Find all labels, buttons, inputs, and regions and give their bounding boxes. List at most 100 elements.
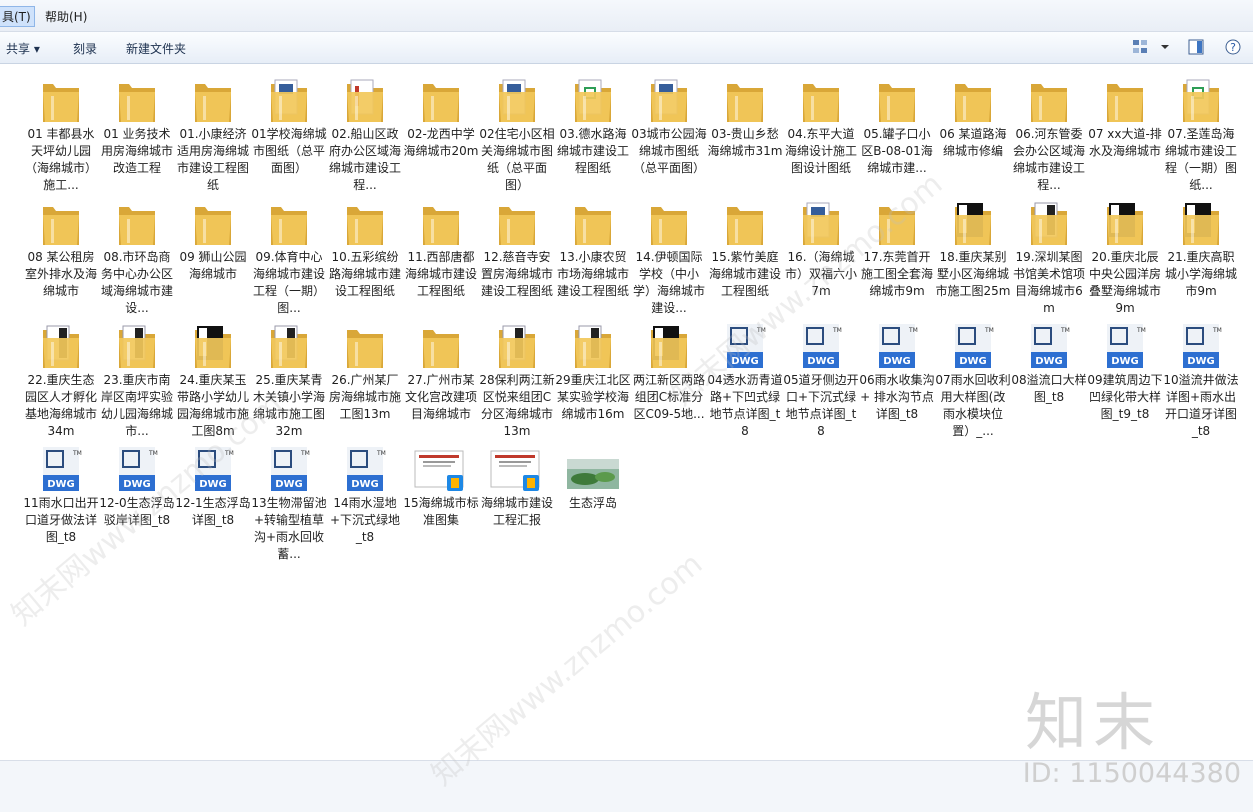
file-item[interactable]: TM DWG 12-1生态浮岛详图_t8 <box>175 439 251 559</box>
file-item[interactable]: 28保利两江新区悦来组团C分区海绵城市13m <box>479 316 555 438</box>
file-item[interactable]: 25.重庆某青木关镇小学海绵城市施工图32m <box>251 316 327 438</box>
file-label: 23.重庆市南岸区南坪实验幼儿园海绵城市... <box>100 373 173 438</box>
file-item[interactable]: 29重庆江北区某实验学校海绵城市16m <box>555 316 631 436</box>
menu-help[interactable]: 帮助(H) <box>45 8 87 25</box>
share-button[interactable]: 共享 ▾ <box>6 40 40 57</box>
file-item[interactable]: 15.紫竹美庭海绵城市建设工程图纸 <box>707 193 783 313</box>
view-options-icon[interactable] <box>1132 38 1150 56</box>
file-item[interactable]: 08.市环岛商务中心办公区域海绵城市建设... <box>99 193 175 315</box>
file-label: 18.重庆某别墅小区海绵城市施工图25m <box>935 250 1011 298</box>
file-item[interactable]: 22.重庆生态园区人才孵化基地海绵城市34m <box>23 316 99 438</box>
dwg-file-icon: TM DWG <box>257 445 321 495</box>
file-item[interactable]: 01学校海绵城市图纸（总平面图） <box>251 70 327 190</box>
file-label: 12-0生态浮岛驳岸详图_t8 <box>99 496 175 527</box>
file-item[interactable]: 19.深圳某图书馆美术馆项目海绵城市6m <box>1011 193 1087 315</box>
file-item[interactable]: 04.东平大道海绵设计施工图设计图纸 <box>783 70 859 190</box>
file-item[interactable]: 01 丰都县水天坪幼儿园（海绵城市）施工... <box>23 70 99 192</box>
file-item[interactable]: TM DWG 14雨水湿地+下沉式绿地_t8 <box>327 439 403 559</box>
folder-icon <box>789 76 853 126</box>
file-grid: 01 丰都县水天坪幼儿园（海绵城市）施工... 01 业务技术用房海绵城市改造工程… <box>0 64 1253 760</box>
file-item[interactable]: 02.船山区政府办公区域海绵城市建设工程... <box>327 70 403 192</box>
file-item[interactable]: 24.重庆某玉带路小学幼儿园海绵城市施工图8m <box>175 316 251 438</box>
file-item[interactable]: TM DWG 04透水沥青道路+下凹式绿地节点详图_t8 <box>707 316 783 438</box>
file-item[interactable]: 海绵城市建设工程汇报 <box>479 439 555 559</box>
file-item[interactable]: 26.广州某厂房海绵城市施工图13m <box>327 316 403 436</box>
menu-tools[interactable]: 具(T) <box>0 6 35 27</box>
file-item[interactable]: TM DWG 13生物滞留池+转输型植草沟+雨水回收蓄... <box>251 439 327 561</box>
file-item[interactable]: 03.德水路海绵城市建设工程图纸 <box>555 70 631 190</box>
file-item[interactable]: TM DWG 07雨水回收利用大样图(改雨水模块位置）_... <box>935 316 1011 438</box>
file-item[interactable]: 02住宅小区相关海绵城市图纸（总平面图） <box>479 70 555 192</box>
svg-text:DWG: DWG <box>199 479 227 490</box>
burn-button[interactable]: 刻录 <box>73 40 97 57</box>
preview-pane-icon[interactable] <box>1187 38 1205 56</box>
image-thumbnail-icon <box>561 445 625 495</box>
file-item[interactable]: 06.河东管委会办公区域海绵城市建设工程... <box>1011 70 1087 192</box>
file-item[interactable]: 08 某公租房室外排水及海绵城市 <box>23 193 99 313</box>
file-item[interactable]: TM DWG 08溢流口大样图_t8 <box>1011 316 1087 436</box>
file-item[interactable]: 09 狮山公园海绵城市 <box>175 193 251 313</box>
file-label: 13.小康农贸市场海绵城市建设工程图纸 <box>556 250 629 298</box>
file-item[interactable]: 14.伊顿国际学校（中小学）海绵城市建设... <box>631 193 707 315</box>
file-item[interactable]: 23.重庆市南岸区南坪实验幼儿园海绵城市... <box>99 316 175 438</box>
file-label: 22.重庆生态园区人才孵化基地海绵城市34m <box>24 373 97 438</box>
new-folder-button[interactable]: 新建文件夹 <box>126 40 186 57</box>
folder-icon <box>637 76 701 126</box>
file-item[interactable]: 09.体育中心海绵城市建设工程（一期）图... <box>251 193 327 315</box>
file-item[interactable]: 06 某道路海绵城市修编 <box>935 70 1011 190</box>
svg-text:TM: TM <box>756 327 766 334</box>
file-item[interactable]: TM DWG 05道牙侧边开口+下沉式绿地节点详图_t8 <box>783 316 859 438</box>
folder-icon <box>561 199 625 249</box>
file-label: 10.五彩缤纷路海绵城市建设工程图纸 <box>328 250 401 298</box>
folder-icon <box>29 322 93 372</box>
file-item[interactable]: 生态浮岛 <box>555 439 631 559</box>
svg-text:TM: TM <box>148 450 158 457</box>
file-item[interactable]: 07 xx大道-排水及海绵城市 <box>1087 70 1163 190</box>
file-item[interactable]: 10.五彩缤纷路海绵城市建设工程图纸 <box>327 193 403 313</box>
file-item[interactable]: 03-贵山乡愁海绵城市31m <box>707 70 783 190</box>
file-item[interactable]: 05.罐子口小区B-08-01海绵城市建... <box>859 70 935 190</box>
file-label: 08.市环岛商务中心办公区域海绵城市建设... <box>100 250 173 315</box>
file-label: 生态浮岛 <box>568 496 617 510</box>
file-item[interactable]: 16.（海绵城市）双福六小7m <box>783 193 859 313</box>
svg-text:DWG: DWG <box>1187 356 1215 367</box>
pdf-file-icon <box>485 445 549 495</box>
file-item[interactable]: 13.小康农贸市场海绵城市建设工程图纸 <box>555 193 631 313</box>
file-item[interactable]: 21.重庆高职城小学海绵城市9m <box>1163 193 1239 313</box>
file-item[interactable]: 15海绵城市标准图集 <box>403 439 479 559</box>
file-item[interactable]: 17.东莞首开施工图全套海绵城市9m <box>859 193 935 313</box>
file-label: 29重庆江北区某实验学校海绵城市16m <box>555 373 631 421</box>
file-item[interactable]: TM DWG 06雨水收集沟+ 排水沟节点详图_t8 <box>859 316 935 436</box>
folder-icon <box>1093 76 1157 126</box>
file-item[interactable]: 12.慈音寺安置房海绵城市建设工程图纸 <box>479 193 555 313</box>
file-item[interactable]: 11.西部唐都海绵城市建设工程图纸 <box>403 193 479 313</box>
file-item[interactable]: 18.重庆某别墅小区海绵城市施工图25m <box>935 193 1011 313</box>
file-label: 02-龙西中学海绵城市20m <box>403 127 479 158</box>
chevron-down-icon[interactable] <box>1156 38 1174 56</box>
file-item[interactable]: 01.小康经济适用房海绵城市建设工程图纸 <box>175 70 251 192</box>
folder-icon <box>181 76 245 126</box>
file-item[interactable]: 27.广州市某文化宫改建项目海绵城市 <box>403 316 479 436</box>
file-item[interactable]: 两江新区两路组团C标准分区C09-5地... <box>631 316 707 436</box>
file-label: 11雨水口出开口道牙做法详图_t8 <box>23 496 99 544</box>
file-item[interactable]: 03城市公园海绵城市图纸（总平面图） <box>631 70 707 190</box>
help-icon[interactable]: ? <box>1224 38 1242 56</box>
file-item[interactable]: 02-龙西中学海绵城市20m <box>403 70 479 190</box>
file-item[interactable]: TM DWG 12-0生态浮岛驳岸详图_t8 <box>99 439 175 559</box>
dwg-file-icon: TM DWG <box>29 445 93 495</box>
file-item[interactable]: 01 业务技术用房海绵城市改造工程 <box>99 70 175 190</box>
folder-icon <box>333 76 397 126</box>
dwg-file-icon: TM DWG <box>941 322 1005 372</box>
file-item[interactable]: TM DWG 09建筑周边下凹绿化带大样图_t9_t8 <box>1087 316 1163 436</box>
file-label: 02.船山区政府办公区域海绵城市建设工程... <box>328 127 401 192</box>
file-label: 03.德水路海绵城市建设工程图纸 <box>556 127 629 175</box>
folder-icon <box>409 322 473 372</box>
file-item[interactable]: TM DWG 11雨水口出开口道牙做法详图_t8 <box>23 439 99 559</box>
file-item[interactable]: TM DWG 10溢流井做法详图+雨水出开口道牙详图_t8 <box>1163 316 1239 438</box>
file-item[interactable]: 20.重庆北辰中央公园洋房叠墅海绵城市9m <box>1087 193 1163 315</box>
folder-icon <box>29 76 93 126</box>
watermark-logo: 知末 <box>1024 686 1161 759</box>
file-item[interactable]: 07.圣莲岛海绵城市建设工程（一期）图纸... <box>1163 70 1239 192</box>
folder-icon <box>333 322 397 372</box>
folder-icon <box>1169 76 1233 126</box>
